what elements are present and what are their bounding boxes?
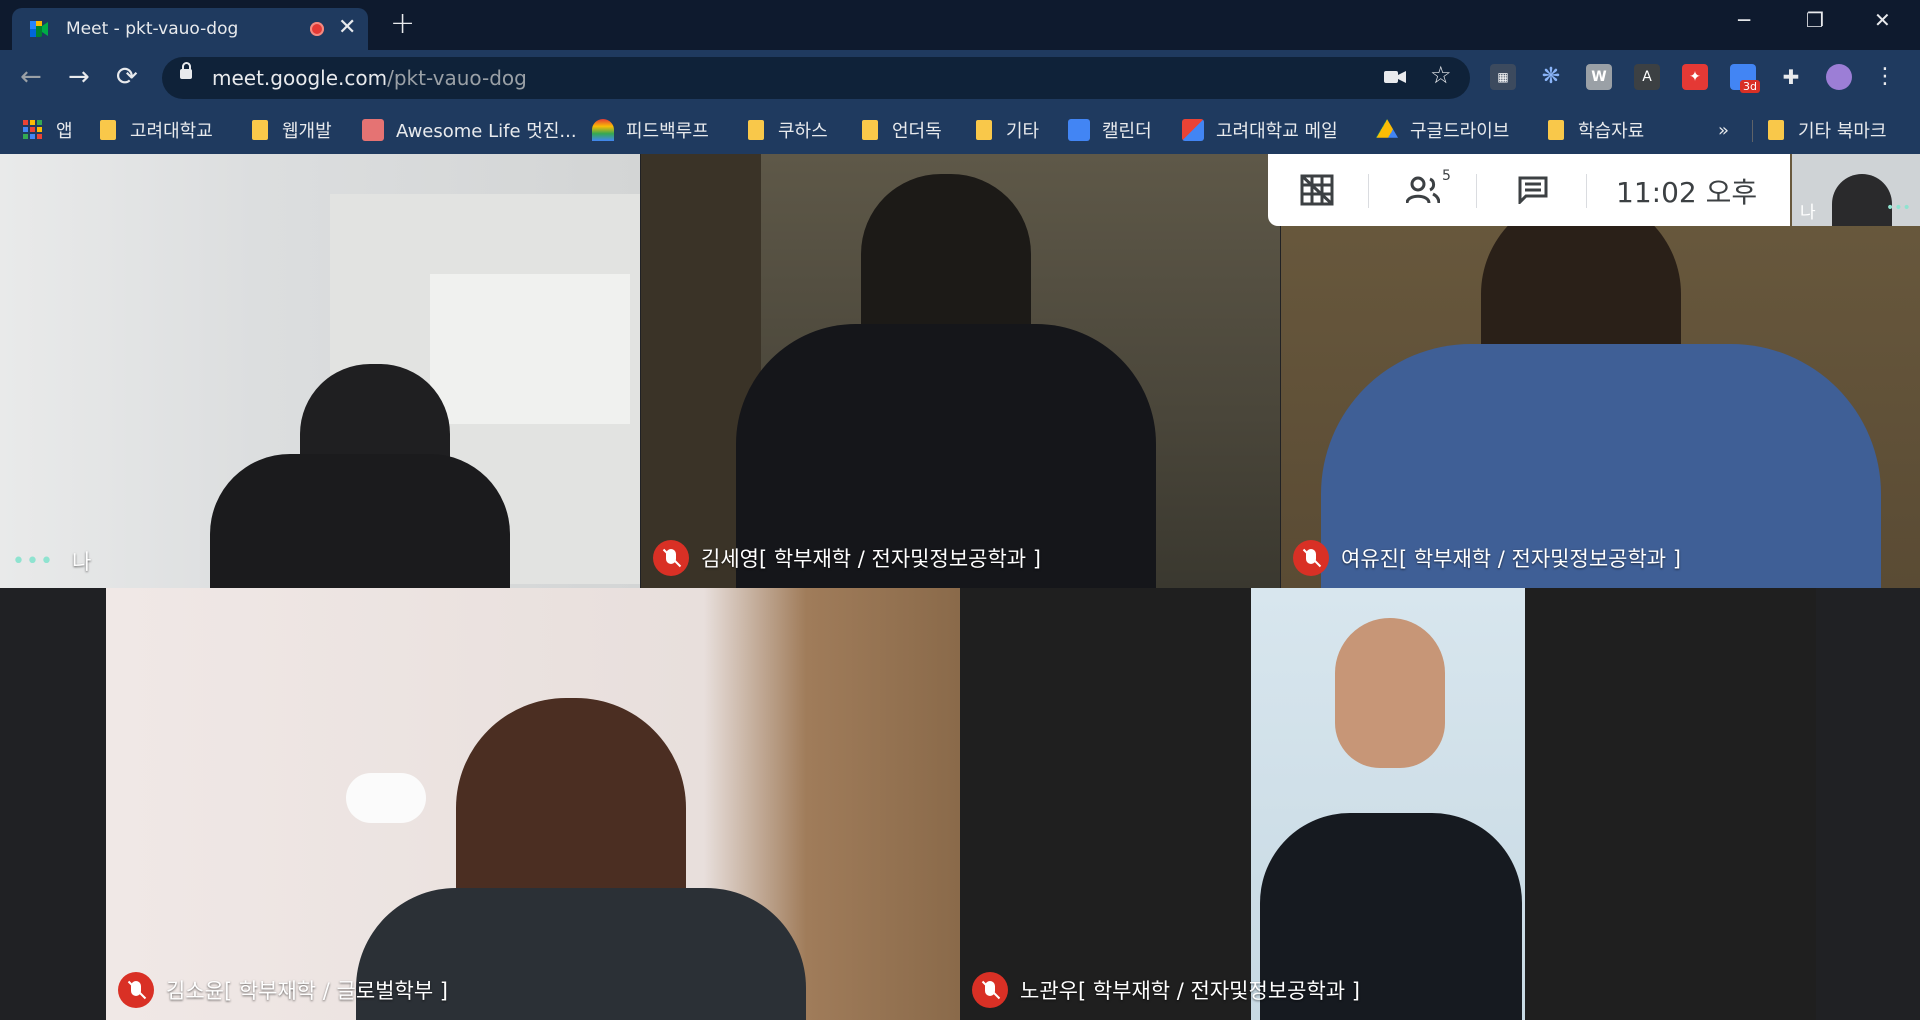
window-minimize-button[interactable]: ─ [1738,8,1750,32]
extension-red-icon[interactable]: ✦ [1682,64,1708,90]
mic-off-icon [972,972,1008,1008]
bookmark-google-drive[interactable]: 구글드라이브 [1376,106,1509,154]
mic-off-icon [118,972,154,1008]
forward-arrow-icon[interactable]: → [68,62,90,92]
bookmark-folder-etc[interactable]: 기타 [976,106,1039,154]
extension-a-icon[interactable]: A [1634,64,1660,90]
participant-count: 5 [1442,168,1451,184]
bookmark-divider [1752,120,1753,142]
extension-asterisk-icon[interactable]: ❋ [1538,64,1564,90]
participant-name: 나 [71,550,92,574]
person-figure [1832,174,1892,226]
participant-label: 노관우[ 학부재학 / 전자및정보공학과 ] [972,972,1360,1008]
address-bar[interactable]: meet.google.com/pkt-vauo-dog ☆ [162,57,1470,99]
speaking-dots-icon: ••• [12,548,54,574]
speaking-dots-icon: ••• [1886,200,1911,216]
participant-label: 김세영[ 학부재학 / 전자및정보공학과 ] [653,540,1041,576]
profile-avatar[interactable] [1826,64,1852,90]
folder-icon [748,120,764,140]
gmail-icon [1182,119,1204,141]
bookmark-folder-kuhas[interactable]: 쿠하스 [748,106,828,154]
posted-papers [430,274,630,424]
reload-icon[interactable]: ⟳ [116,62,138,92]
folder-icon [1768,120,1784,140]
google-meet-icon [30,21,48,37]
self-label: 나 [1800,203,1816,223]
video-tile-participant-4[interactable]: 김소윤[ 학부재학 / 글로벌학부 ] [106,588,960,1020]
extension-badge: 3d [1740,80,1760,93]
tab-title: Meet - pkt-vauo-dog [66,19,239,39]
bookmark-korea-univ-mail[interactable]: 고려대학교 메일 [1182,106,1338,154]
bookmarks-overflow-button[interactable]: » [1718,106,1729,154]
rainbow-icon [592,119,614,141]
bookmarks-bar: 앱 고려대학교 웹개발 Awesome Life 멋진... 피드백루프 쿠하스… [0,106,1920,154]
tab-close-button[interactable]: ✕ [338,15,356,40]
calendar-icon [1068,119,1090,141]
folder-icon [100,120,116,140]
folder-icon [252,120,268,140]
cloud-lamp [346,773,426,823]
extension-grid-icon[interactable]: ▦ [1490,64,1516,90]
back-arrow-icon[interactable]: ← [20,62,42,92]
bookmark-folder-korea-univ[interactable]: 고려대학교 [100,106,213,154]
person-figure [1335,618,1445,768]
title-bar: Meet - pkt-vauo-dog ✕ + ─ ❐ ✕ [0,0,1920,50]
bookmark-folder-webdev[interactable]: 웹개발 [252,106,332,154]
chat-icon[interactable] [1518,176,1548,204]
meeting-clock: 11:02 오후 [1616,176,1758,209]
apps-grid-icon [23,120,42,139]
participant-name: 노관우[ 학부재학 / 전자및정보공학과 ] [1020,979,1360,1003]
divider [1476,174,1477,208]
window-restore-button[interactable]: ❐ [1806,8,1824,32]
video-tile-self[interactable]: ••• 나 [0,154,640,588]
participant-name: 김소윤[ 학부재학 / 글로벌학부 ] [166,979,449,1003]
self-view-thumbnail[interactable]: 나 ••• [1792,154,1920,226]
drive-icon [1376,119,1398,138]
puzzle-extensions-icon[interactable]: ✚ [1778,64,1804,90]
gift-icon [362,119,384,141]
url-text: meet.google.com/pkt-vauo-dog [212,66,527,90]
lock-icon [180,62,192,79]
bookmark-other-bookmarks[interactable]: 기타 북마크 [1768,106,1887,154]
recording-indicator-icon [310,22,324,36]
bookmark-star-icon[interactable]: ☆ [1430,61,1452,89]
divider [1586,174,1587,208]
mic-off-icon [1293,540,1329,576]
bookmark-apps[interactable]: 앱 [22,106,73,154]
menu-kebab-icon[interactable]: ⋮ [1872,64,1898,90]
person-figure [210,454,510,588]
folder-icon [976,120,992,140]
bookmark-label: 앱 [56,121,73,142]
bookmark-feedback-loop[interactable]: 피드백루프 [592,106,709,154]
bookmark-awesome-life[interactable]: Awesome Life 멋진... [362,106,577,154]
window-close-button[interactable]: ✕ [1874,8,1891,32]
mic-off-icon [653,540,689,576]
browser-tab[interactable]: Meet - pkt-vauo-dog ✕ [12,8,368,50]
bookmark-calendar[interactable]: 캘린더 [1068,106,1152,154]
bookmark-folder-underdog[interactable]: 언더독 [862,106,942,154]
meet-info-panel: 5 11:02 오후 [1268,154,1790,226]
participant-name: 여유진[ 학부재학 / 전자및정보공학과 ] [1341,547,1681,571]
extension-w-icon[interactable]: W [1586,64,1612,90]
folder-icon [1548,120,1564,140]
people-icon[interactable] [1406,176,1440,204]
participant-label: 여유진[ 학부재학 / 전자및정보공학과 ] [1293,540,1681,576]
folder-icon [862,120,878,140]
new-tab-button[interactable]: + [390,6,415,41]
video-tile-participant-2[interactable]: 김세영[ 학부재학 / 전자및정보공학과 ] [641,154,1280,588]
participant-name: 김세영[ 학부재학 / 전자및정보공학과 ] [701,547,1041,571]
camera-icon[interactable] [1384,69,1406,85]
participant-label: 김소윤[ 학부재학 / 글로벌학부 ] [118,972,448,1008]
bookmark-folder-study[interactable]: 학습자료 [1548,106,1644,154]
browser-toolbar: ← → ⟳ meet.google.com/pkt-vauo-dog ☆ ▦ ❋… [0,50,1920,106]
divider [1368,174,1369,208]
video-tile-participant-5[interactable]: 노관우[ 학부재학 / 전자및정보공학과 ] [960,588,1816,1020]
participant-label: ••• 나 [12,546,91,576]
layout-grid-icon[interactable] [1300,174,1334,206]
